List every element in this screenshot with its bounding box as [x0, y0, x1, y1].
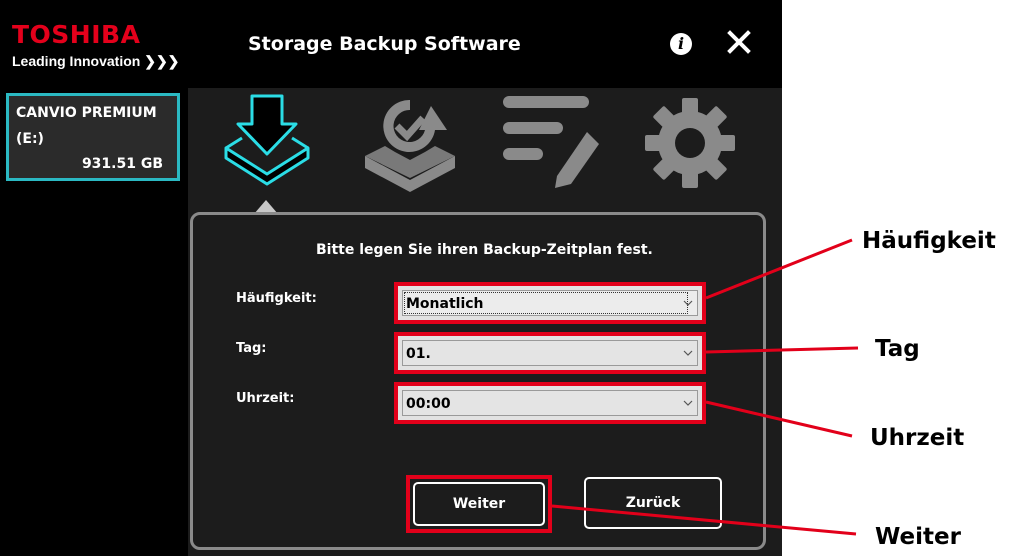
callout-next-label: Weiter — [875, 524, 961, 550]
callout-day-label: Tag — [875, 336, 920, 362]
callout-lines — [551, 238, 859, 536]
callout-frequency-label: Häufigkeit — [862, 228, 996, 254]
callout-time-label: Uhrzeit — [870, 425, 965, 451]
